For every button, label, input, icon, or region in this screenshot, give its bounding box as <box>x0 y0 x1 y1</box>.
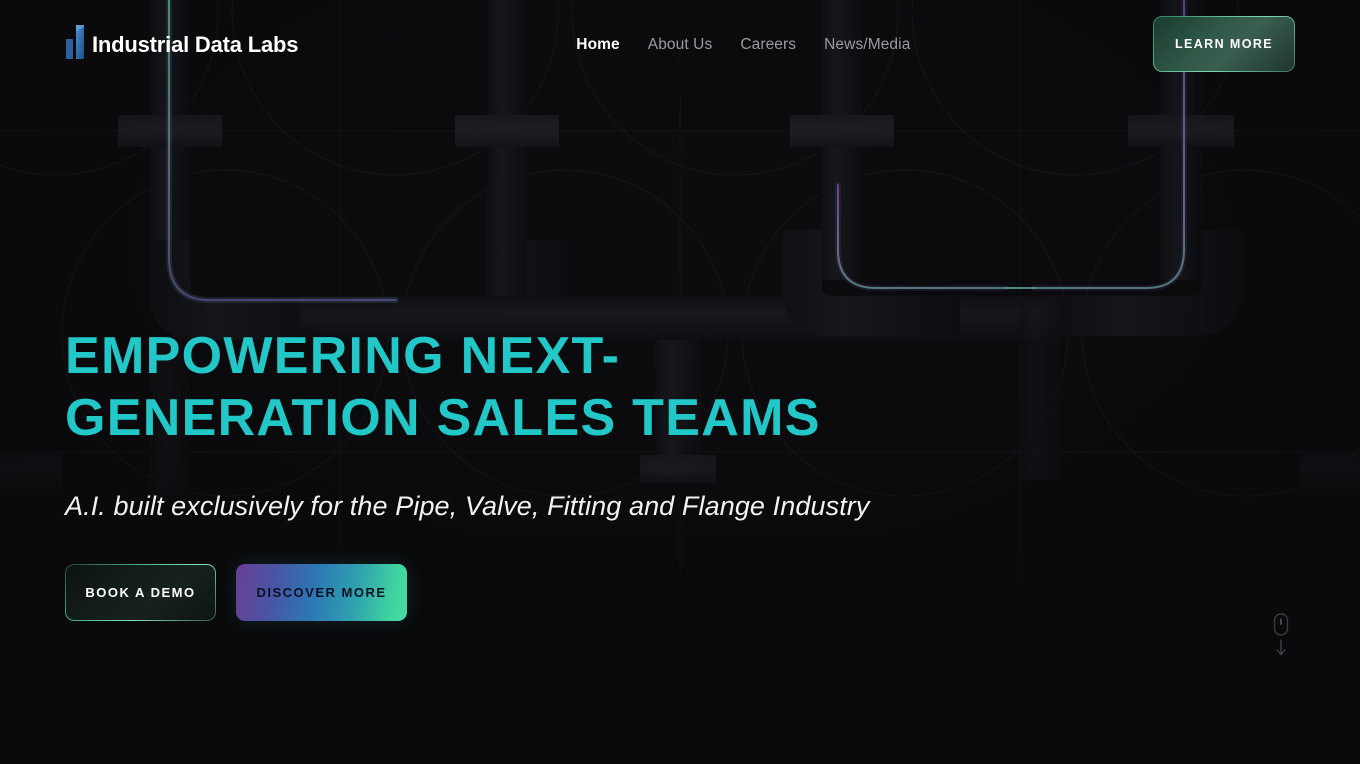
brand-name: Industrial Data Labs <box>92 32 299 57</box>
discover-more-button[interactable]: DISCOVER MORE <box>236 564 407 622</box>
page-root: Industrial Data Labs Home About Us Caree… <box>0 0 1360 764</box>
book-a-demo-button[interactable]: BOOK A DEMO <box>65 564 216 621</box>
nav-item-about-us[interactable]: About Us <box>648 36 713 54</box>
site-header: Industrial Data Labs Home About Us Caree… <box>0 0 1360 90</box>
hero-subtitle: A.I. built exclusively for the Pipe, Val… <box>65 491 870 521</box>
nav-item-careers[interactable]: Careers <box>740 36 796 54</box>
learn-more-label: LEARN MORE <box>1174 37 1274 51</box>
discover-more-label: DISCOVER MORE <box>256 585 387 601</box>
learn-more-button[interactable]: LEARN MORE <box>1153 16 1295 72</box>
bar-chart-logo-icon <box>66 25 84 59</box>
hero-cta-row: BOOK A DEMO DISCOVER MORE <box>65 564 1065 622</box>
scroll-down-indicator[interactable] <box>1268 613 1294 661</box>
mouse-scroll-down-icon <box>1273 613 1289 656</box>
hero-section: EMPOWERING NEXT-GENERATION SALES TEAMS A… <box>65 325 1065 622</box>
nav-item-home[interactable]: Home <box>576 36 619 54</box>
main-navigation: Home About Us Careers News/Media <box>576 36 910 54</box>
book-a-demo-label: BOOK A DEMO <box>85 585 196 601</box>
nav-item-news-media[interactable]: News/Media <box>824 36 910 54</box>
hero-title: EMPOWERING NEXT-GENERATION SALES TEAMS <box>65 327 821 447</box>
brand-logo[interactable]: Industrial Data Labs <box>64 21 298 69</box>
